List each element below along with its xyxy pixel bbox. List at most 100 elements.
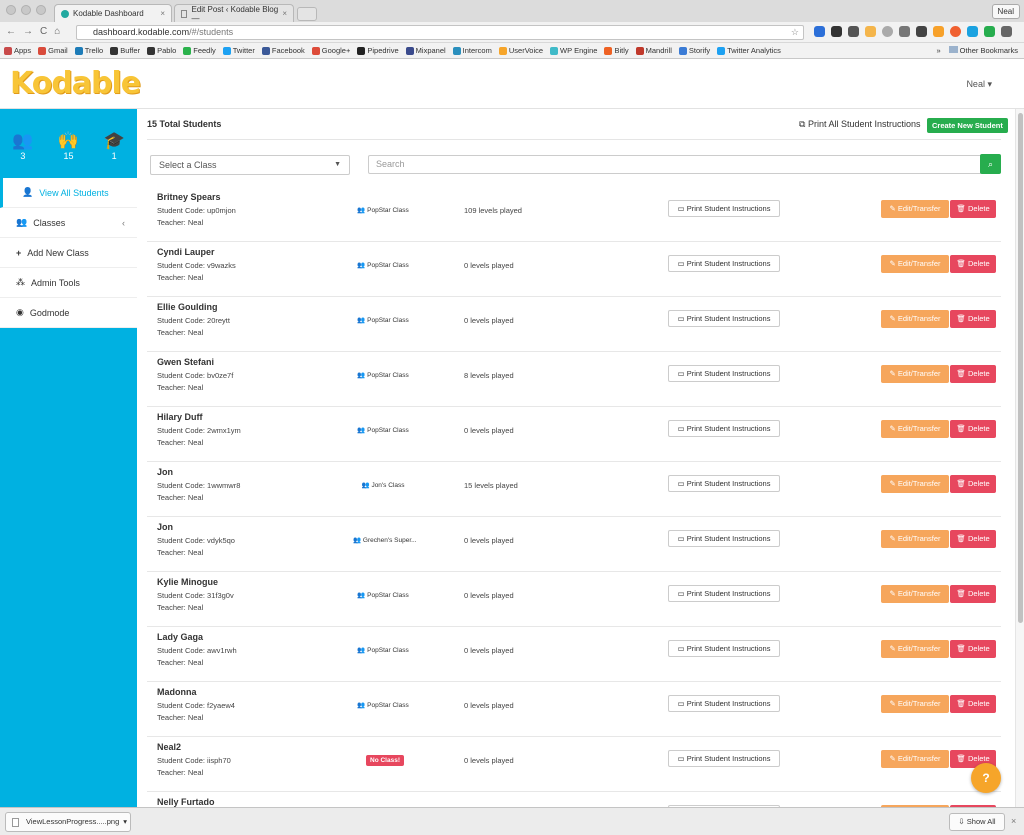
caret-down-icon[interactable]: ▾ xyxy=(123,813,127,831)
edit-transfer-button[interactable]: ✎ Edit/Transfer xyxy=(881,640,949,658)
edit-transfer-button[interactable]: ✎ Edit/Transfer xyxy=(881,255,949,273)
pocket-extension-icon[interactable] xyxy=(848,26,859,37)
user-menu[interactable]: Neal ▾ xyxy=(966,79,992,90)
delete-button[interactable]: 🗑 Delete xyxy=(950,255,996,273)
edit-transfer-button[interactable]: ✎ Edit/Transfer xyxy=(881,420,949,438)
extension-icon[interactable] xyxy=(814,26,825,37)
bookmark-pablo[interactable]: Pablo xyxy=(147,46,176,55)
bookmark-facebook[interactable]: Facebook xyxy=(261,46,305,55)
bookmark-twitter-analytics[interactable]: Twitter Analytics xyxy=(717,46,781,55)
student-class[interactable]: 👥 PopStar Class xyxy=(353,206,413,214)
extension-icon[interactable] xyxy=(916,26,927,37)
print-student-instructions-button[interactable]: ▭ Print Student Instructions xyxy=(668,475,780,492)
delete-button[interactable]: 🗑 Delete xyxy=(950,365,996,383)
create-new-student-button[interactable]: Create New Student xyxy=(927,118,1008,133)
show-all-downloads-button[interactable]: ⇩ Show All xyxy=(949,813,1005,831)
forward-icon[interactable]: → xyxy=(23,26,33,37)
bookmark-mandrill[interactable]: Mandrill xyxy=(635,46,672,55)
student-class[interactable]: 👥 Grechen's Super... xyxy=(353,536,417,544)
maximize-window-button[interactable] xyxy=(36,5,46,15)
edit-transfer-button[interactable]: ✎ Edit/Transfer xyxy=(881,475,949,493)
search-input[interactable]: Search xyxy=(368,155,981,174)
close-tab-icon[interactable]: × xyxy=(160,9,165,18)
edit-transfer-button[interactable]: ✎ Edit/Transfer xyxy=(881,695,949,713)
kodable-logo[interactable]: Kodable xyxy=(10,66,141,101)
bookmark-storify[interactable]: Storify xyxy=(678,46,710,55)
extension-icon[interactable] xyxy=(967,26,978,37)
delete-button[interactable]: 🗑 Delete xyxy=(950,200,996,218)
print-student-instructions-button[interactable]: ▭ Print Student Instructions xyxy=(668,750,780,767)
student-class[interactable]: 👥 PopStar Class xyxy=(353,701,413,709)
address-bar[interactable]: dashboard.kodable.com/#/students ☆ xyxy=(76,25,804,40)
reload-icon[interactable]: C xyxy=(40,26,47,37)
delete-button[interactable]: 🗑 Delete xyxy=(950,310,996,328)
extension-icon[interactable] xyxy=(984,26,995,37)
student-class[interactable]: 👥 Jon's Class xyxy=(353,481,413,489)
profile-button[interactable]: Neal xyxy=(991,4,1020,19)
other-bookmarks[interactable]: » Other Bookmarks xyxy=(936,46,1018,55)
delete-button[interactable]: 🗑 Delete xyxy=(950,420,996,438)
extension-icon[interactable] xyxy=(899,26,910,37)
delete-button[interactable]: 🗑 Delete xyxy=(950,530,996,548)
delete-button[interactable]: 🗑 Delete xyxy=(950,475,996,493)
close-downloads-icon[interactable]: × xyxy=(1011,816,1016,826)
close-tab-icon[interactable]: × xyxy=(282,9,287,18)
scrollbar-thumb[interactable] xyxy=(1018,113,1023,623)
buffer-extension-icon[interactable] xyxy=(831,26,842,37)
student-class[interactable]: 👥 PopStar Class xyxy=(353,646,413,654)
extension-icon[interactable] xyxy=(865,26,876,37)
edit-transfer-button[interactable]: ✎ Edit/Transfer xyxy=(881,750,949,768)
bookmark-gmail[interactable]: Gmail xyxy=(38,46,68,55)
print-all-instructions-link[interactable]: ⧉ Print All Student Instructions xyxy=(799,119,921,130)
bookmark-twitter[interactable]: Twitter xyxy=(222,46,255,55)
extension-icon[interactable] xyxy=(950,26,961,37)
delete-button[interactable]: 🗑 Delete xyxy=(950,695,996,713)
sidebar-item-admin-tools[interactable]: ⁂ Admin Tools xyxy=(0,268,137,298)
bookmark-star-icon[interactable]: ☆ xyxy=(791,26,799,39)
print-student-instructions-button[interactable]: ▭ Print Student Instructions xyxy=(668,640,780,657)
minimize-window-button[interactable] xyxy=(21,5,31,15)
student-class[interactable]: 👥 PopStar Class xyxy=(353,426,413,434)
sidebar-item-view-all-students[interactable]: 👤 View All Students xyxy=(0,178,137,208)
student-class[interactable]: 👥 PopStar Class xyxy=(353,371,413,379)
search-button[interactable]: ⌕ xyxy=(980,154,1001,174)
edit-transfer-button[interactable]: ✎ Edit/Transfer xyxy=(881,200,949,218)
bookmark-uservoice[interactable]: UserVoice xyxy=(498,46,543,55)
extension-icon[interactable] xyxy=(882,26,893,37)
edit-transfer-button[interactable]: ✎ Edit/Transfer xyxy=(881,310,949,328)
student-class[interactable]: 👥 PopStar Class xyxy=(353,591,413,599)
tab-kodable-dashboard[interactable]: Kodable Dashboard × xyxy=(54,4,172,22)
new-tab-button[interactable] xyxy=(297,7,317,21)
delete-button[interactable]: 🗑 Delete xyxy=(950,640,996,658)
bookmark-trello[interactable]: Trello xyxy=(74,46,103,55)
sidebar-item-godmode[interactable]: ◉ Godmode xyxy=(0,298,137,328)
close-window-button[interactable] xyxy=(6,5,16,15)
sidebar-item-classes[interactable]: 👥 Classes ‹ xyxy=(0,208,137,238)
print-student-instructions-button[interactable]: ▭ Print Student Instructions xyxy=(668,365,780,382)
bookmark-google-plus[interactable]: Google+ xyxy=(311,46,350,55)
print-student-instructions-button[interactable]: ▭ Print Student Instructions xyxy=(668,255,780,272)
bookmark-feedly[interactable]: Feedly xyxy=(183,46,216,55)
bookmark-intercom[interactable]: Intercom xyxy=(452,46,492,55)
sidebar-item-add-new-class[interactable]: + Add New Class xyxy=(0,238,137,268)
print-student-instructions-button[interactable]: ▭ Print Student Instructions xyxy=(668,310,780,327)
student-class[interactable]: 👥 PopStar Class xyxy=(353,316,413,324)
page-scrollbar[interactable] xyxy=(1015,109,1024,807)
print-student-instructions-button[interactable]: ▭ Print Student Instructions xyxy=(668,420,780,437)
extension-icon[interactable] xyxy=(933,26,944,37)
bookmark-buffer[interactable]: Buffer xyxy=(110,46,140,55)
home-icon[interactable]: ⌂ xyxy=(54,26,60,37)
tab-edit-post[interactable]: Edit Post ‹ Kodable Blog — × xyxy=(174,4,294,23)
bookmarks-overflow-icon[interactable]: » xyxy=(936,46,940,55)
bookmark-bitly[interactable]: Bitly xyxy=(604,46,629,55)
bookmark-wp-engine[interactable]: WP Engine xyxy=(550,46,597,55)
print-student-instructions-button[interactable]: ▭ Print Student Instructions xyxy=(668,585,780,602)
help-chat-button[interactable]: ? xyxy=(971,763,1001,793)
edit-transfer-button[interactable]: ✎ Edit/Transfer xyxy=(881,530,949,548)
back-icon[interactable]: ← xyxy=(6,26,16,37)
class-select[interactable]: Select a Class ▼ xyxy=(150,155,350,175)
print-student-instructions-button[interactable]: ▭ Print Student Instructions xyxy=(668,530,780,547)
bookmark-apps[interactable]: Apps xyxy=(4,46,31,55)
edit-transfer-button[interactable]: ✎ Edit/Transfer xyxy=(881,585,949,603)
edit-transfer-button[interactable]: ✎ Edit/Transfer xyxy=(881,365,949,383)
